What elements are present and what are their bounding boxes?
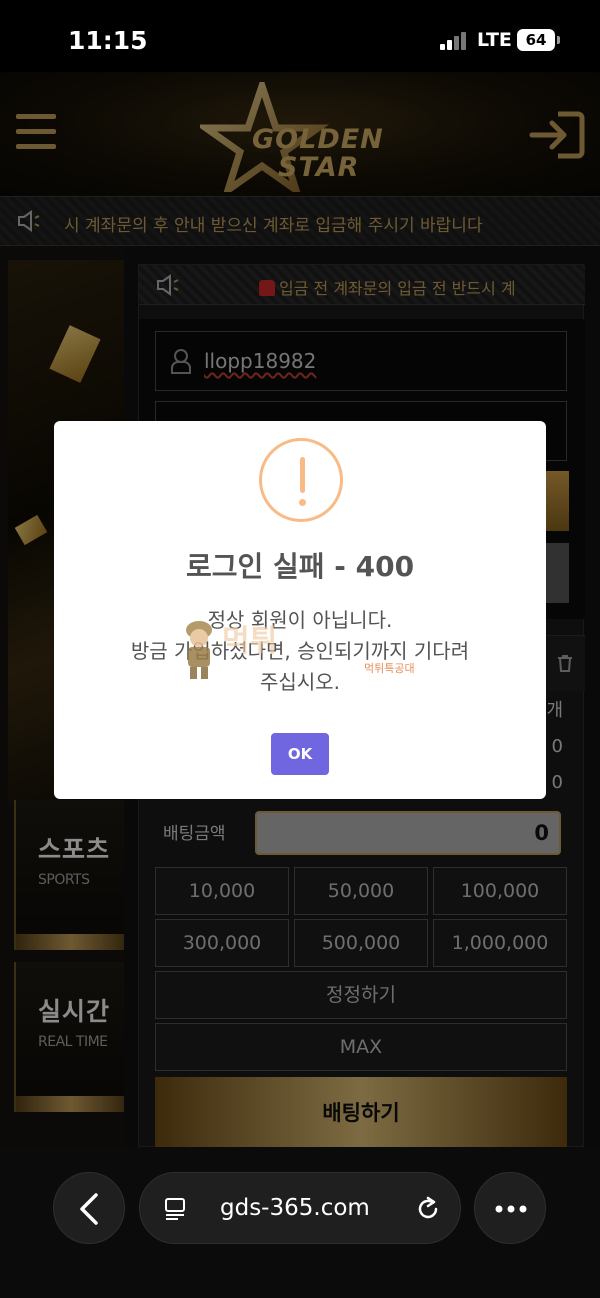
back-button[interactable] (53, 1172, 125, 1244)
watermark-subtext: 먹튀특공대 (364, 662, 415, 675)
more-options-button[interactable] (474, 1172, 546, 1244)
status-time: 11:15 (68, 26, 148, 55)
login-error-dialog: 로그인 실패 - 400 정상 회원이 아닙니다. 방금 가입하셨다면, 승인되… (54, 421, 546, 799)
ok-button[interactable]: OK (271, 733, 329, 775)
browser-toolbar: gds-365.com (0, 1147, 600, 1298)
signal-icon (440, 32, 468, 50)
chevron-left-icon (80, 1193, 98, 1225)
address-bar[interactable]: gds-365.com (139, 1172, 461, 1244)
ellipsis-icon (495, 1205, 527, 1213)
status-bar: 11:15 LTE 64 (0, 0, 600, 72)
dialog-title: 로그인 실패 - 400 (185, 550, 415, 583)
battery-icon: 64 (517, 29, 560, 51)
page-menu-icon[interactable] (164, 1197, 186, 1221)
warning-icon (259, 438, 343, 522)
watermark: 먹튀 먹튀특공대 (180, 614, 430, 684)
reload-icon[interactable] (414, 1195, 442, 1223)
network-type: LTE (477, 29, 512, 51)
soldier-mascot-icon (186, 621, 212, 679)
url-text: gds-365.com (220, 1195, 370, 1221)
watermark-text: 먹튀 (222, 624, 278, 659)
